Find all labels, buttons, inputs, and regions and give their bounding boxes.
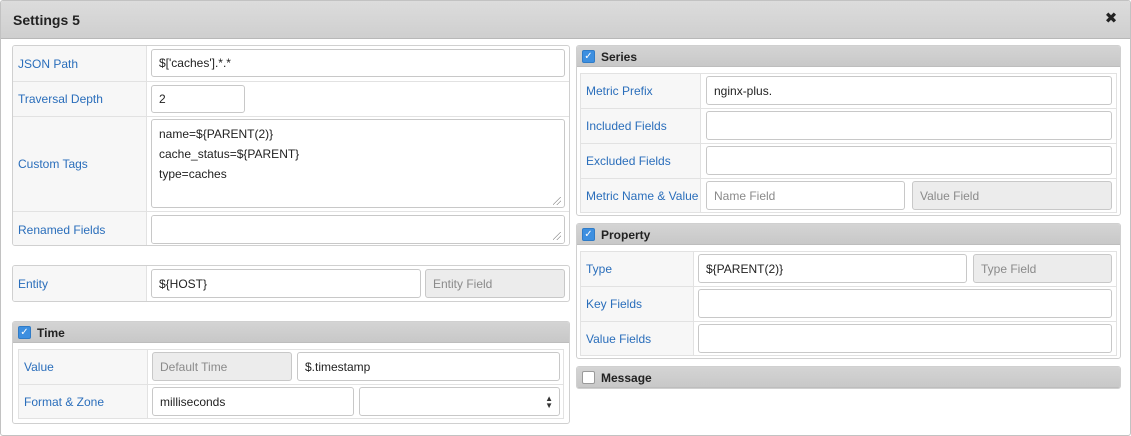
value-fields-label: Value Fields [581,322,694,355]
entity-row: Entity [13,266,569,301]
message-section-title: Message [601,371,652,385]
time-format-input[interactable] [152,387,354,416]
time-section: ✓ Time Value Format & Zone ▲▼ [12,321,570,424]
select-arrows-icon: ▲ ▼ [545,394,553,410]
entity-field-input[interactable] [425,269,565,298]
property-checkbox[interactable]: ✓ [582,228,595,241]
metric-prefix-label: Metric Prefix [581,74,701,108]
entity-label: Entity [13,266,147,301]
custom-tags-label: Custom Tags [13,117,147,211]
dialog-titlebar: Settings 5 ✖ [1,1,1130,39]
value-fields-input[interactable] [698,324,1112,353]
property-type-row: Type [580,251,1117,286]
custom-tags-row: Custom Tags [13,116,569,211]
time-value-row: Value [18,349,564,384]
metric-name-value-row: Metric Name & Value [580,178,1117,213]
resize-grip-icon[interactable] [553,197,561,205]
message-checkbox[interactable] [582,371,595,384]
metric-name-value-label: Metric Name & Value [581,179,701,212]
message-section-header: Message [577,367,1120,388]
entity-input[interactable] [151,269,421,298]
settings-dialog: Settings 5 ✖ JSON Path Traversal Depth C… [0,0,1131,436]
traversal-depth-label: Traversal Depth [13,82,147,116]
series-section-title: Series [601,50,638,64]
series-section-header: ✓ Series [577,46,1120,67]
included-fields-row: Included Fields [580,108,1117,143]
time-checkbox[interactable]: ✓ [18,326,31,339]
metric-value-field-input[interactable] [912,181,1112,210]
property-type-field-input[interactable] [973,254,1112,283]
series-section: ✓ Series Metric Prefix Included Fields E… [576,45,1121,216]
traversal-depth-input[interactable] [151,85,245,113]
key-fields-input[interactable] [698,289,1112,318]
renamed-fields-textarea[interactable] [151,215,565,244]
json-path-label: JSON Path [13,46,147,81]
metric-name-field-input[interactable] [706,181,905,210]
time-zone-select[interactable]: ▲ ▼ [359,387,560,416]
excluded-fields-label: Excluded Fields [581,144,701,178]
excluded-fields-row: Excluded Fields [580,143,1117,178]
message-section: Message [576,366,1121,389]
renamed-fields-row: Renamed Fields [13,211,569,245]
renamed-fields-label: Renamed Fields [13,212,147,245]
entity-box: Entity [12,265,570,302]
included-fields-input[interactable] [706,111,1112,140]
metric-prefix-row: Metric Prefix [580,73,1117,108]
time-value-input[interactable] [297,352,560,381]
json-path-row: JSON Path [13,46,569,81]
metric-prefix-input[interactable] [706,76,1112,105]
property-section-title: Property [601,228,651,242]
close-icon[interactable]: ✖ [1102,10,1120,28]
property-type-label: Type [581,252,694,286]
excluded-fields-input[interactable] [706,146,1112,175]
included-fields-label: Included Fields [581,109,701,143]
property-section-header: ✓ Property [577,224,1120,245]
dialog-title: Settings 5 [13,12,80,28]
key-fields-row: Key Fields [580,286,1117,321]
series-checkbox[interactable]: ✓ [582,50,595,63]
format-zone-row: Format & Zone ▲▼ [18,384,564,419]
parse-settings-box: JSON Path Traversal Depth Custom Tags Re… [12,45,570,246]
default-time-input[interactable] [152,352,292,381]
custom-tags-textarea[interactable] [151,119,565,208]
format-zone-label: Format & Zone [19,385,148,418]
property-type-input[interactable] [698,254,967,283]
json-path-input[interactable] [151,49,565,77]
traversal-depth-row: Traversal Depth [13,81,569,116]
time-section-title: Time [37,326,65,340]
value-fields-row: Value Fields [580,321,1117,356]
time-value-label: Value [19,350,148,384]
time-section-header: ✓ Time [13,322,569,343]
key-fields-label: Key Fields [581,287,694,321]
resize-grip-icon[interactable] [553,232,561,240]
property-section: ✓ Property Type Key Fields Value Fields [576,223,1121,359]
